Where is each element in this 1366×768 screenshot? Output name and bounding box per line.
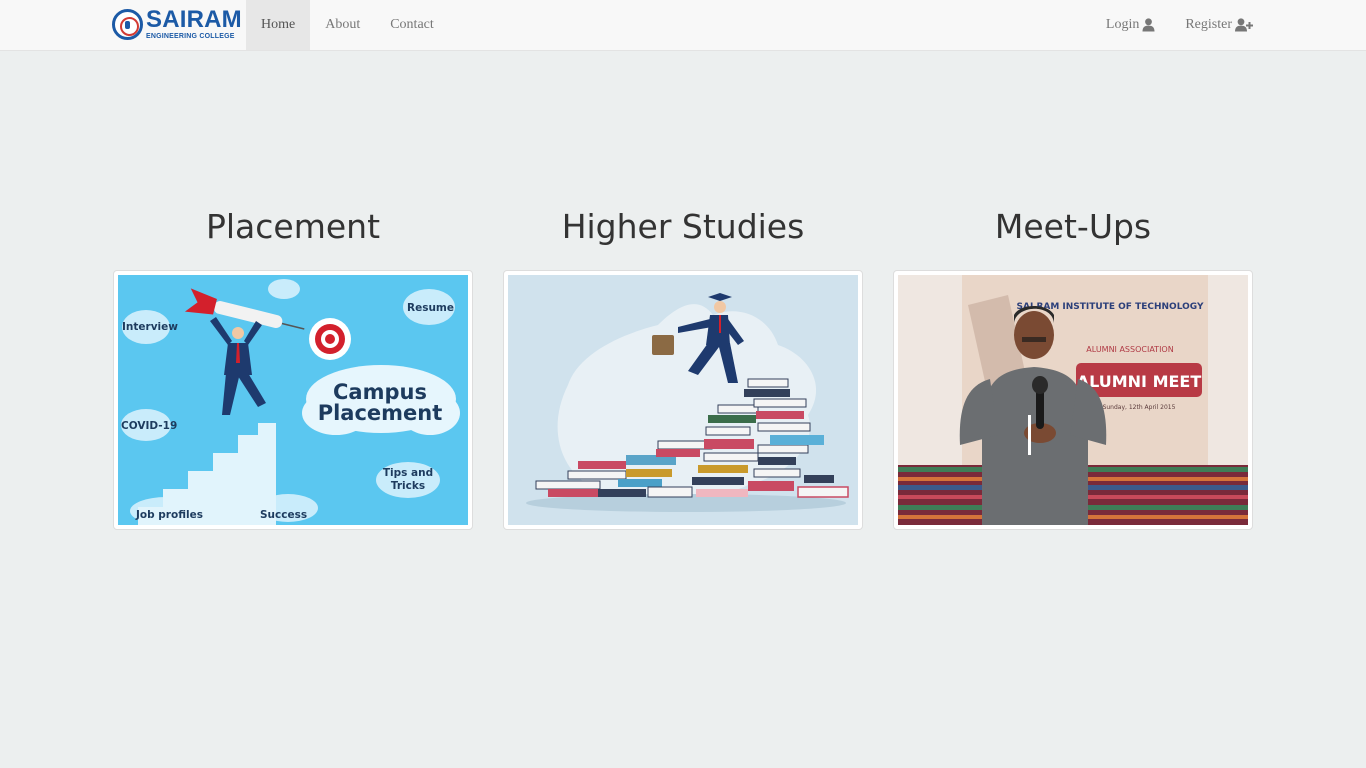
user-icon xyxy=(1142,18,1155,32)
card-meet-ups: Meet-Ups SAI RAM INSTITUTE OF TECHNOLOGY… xyxy=(893,202,1253,530)
brand-name: SAIRAM xyxy=(146,6,242,33)
nav-home[interactable]: Home xyxy=(246,0,311,50)
card-placement: Placement Campus Placement Interview Res… xyxy=(113,202,473,530)
nav-register[interactable]: Register xyxy=(1170,0,1268,50)
tag-resume: Resume xyxy=(407,302,454,314)
nav-about[interactable]: About xyxy=(310,0,375,50)
banner-alumni-meet: ALUMNI MEET xyxy=(1077,372,1202,391)
tag-tricks: Tricks xyxy=(391,480,425,492)
tag-interview: Interview xyxy=(122,321,178,333)
card-higher-studies: Higher Studies xyxy=(503,202,863,530)
brand-subtitle: ENGINEERING COLLEGE xyxy=(146,33,235,40)
card-title-meet-ups: Meet-Ups xyxy=(994,207,1152,246)
thumbnail-placement[interactable]: Campus Placement Interview Resume COVID-… xyxy=(113,270,473,530)
nav-right: Login Register xyxy=(1091,0,1268,50)
alumni-meet-photo: SAI RAM INSTITUTE OF TECHNOLOGY ALUMNI A… xyxy=(898,275,1248,525)
nav-login[interactable]: Login xyxy=(1091,0,1170,50)
tag-success: Success xyxy=(260,509,307,521)
image-heading-line2: Placement xyxy=(318,401,443,425)
banner-date: Sunday, 12th April 2015 xyxy=(1103,404,1176,411)
card-title-higher-studies: Higher Studies xyxy=(561,207,805,246)
brand-logo[interactable]: SAIRAM ENGINEERING COLLEGE xyxy=(112,6,242,42)
banner-association: ALUMNI ASSOCIATION xyxy=(1086,345,1173,354)
tag-covid: COVID-19 xyxy=(121,420,177,432)
tag-job-profiles: Job profiles xyxy=(135,509,203,521)
login-label: Login xyxy=(1105,17,1140,32)
tag-tips: Tips and xyxy=(383,467,433,479)
nav-contact[interactable]: Contact xyxy=(375,0,449,50)
higher-studies-illustration xyxy=(508,275,858,525)
campus-placement-illustration: Campus Placement Interview Resume COVID-… xyxy=(118,275,468,525)
card-title-placement: Placement xyxy=(205,207,381,246)
nav-left: Home About Contact xyxy=(246,0,449,50)
user-plus-icon xyxy=(1235,18,1253,32)
register-label: Register xyxy=(1185,17,1232,32)
thumbnail-meet-ups[interactable]: SAI RAM INSTITUTE OF TECHNOLOGY ALUMNI A… xyxy=(893,270,1253,530)
thumbnail-higher-studies[interactable] xyxy=(503,270,863,530)
navbar: SAIRAM ENGINEERING COLLEGE Home About Co… xyxy=(0,0,1366,51)
college-seal-icon xyxy=(112,8,143,40)
